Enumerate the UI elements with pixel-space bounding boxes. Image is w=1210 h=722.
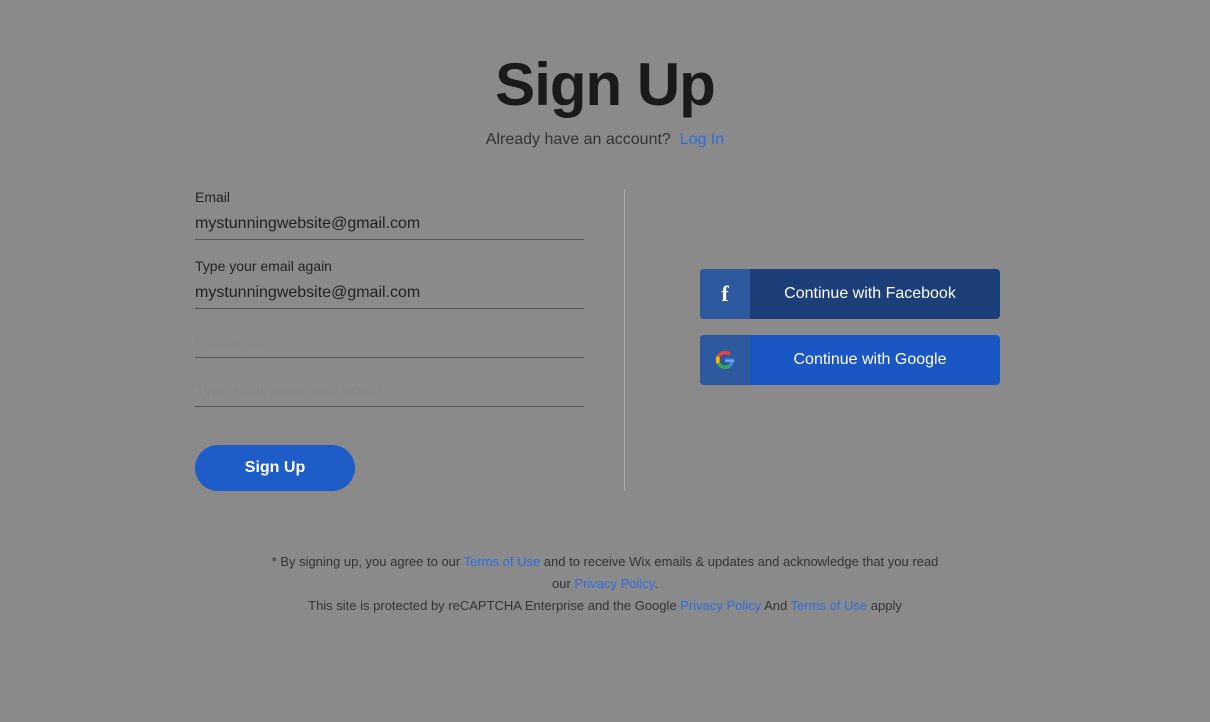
facebook-button[interactable]: f Continue with Facebook [700,269,1000,319]
terms-link-1[interactable]: Terms of Use [464,554,541,569]
email-input[interactable] [195,209,584,240]
email-label: Email [195,189,584,205]
email-confirm-label: Type your email again [195,258,584,274]
footer-line1: * By signing up, you agree to our Terms … [265,551,945,595]
google-button-label: Continue with Google [750,351,1000,369]
social-section: f Continue with Facebook Continue with G… [625,189,1015,385]
footer-line2: This site is protected by reCAPTCHA Ente… [265,595,945,617]
login-link[interactable]: Log In [680,131,724,148]
terms-link-2[interactable]: Terms of Use [791,598,868,613]
footer: * By signing up, you agree to our Terms … [265,551,945,617]
google-icon [700,335,750,385]
page-title: Sign Up [495,50,715,119]
facebook-icon: f [700,269,750,319]
subtitle-text: Already have an account? [486,131,671,148]
footer-line2-pre: This site is protected by reCAPTCHA Ente… [308,598,680,613]
privacy-link-2[interactable]: Privacy Policy [680,598,761,613]
footer-line2-mid: And [761,598,790,613]
footer-pre-text: * By signing up, you agree to our [272,554,464,569]
facebook-button-label: Continue with Facebook [750,285,1000,303]
main-content: Email Type your email again Sign Up f [195,189,1015,491]
page-container: Sign Up Already have an account? Log In … [0,0,1210,617]
google-button[interactable]: Continue with Google [700,335,1000,385]
privacy-link-1[interactable]: Privacy Policy [574,576,654,591]
signup-button[interactable]: Sign Up [195,445,355,491]
footer-line2-post: apply [867,598,902,613]
password-input[interactable] [195,327,584,358]
email-field-group: Email [195,189,584,240]
form-section: Email Type your email again Sign Up [195,189,625,491]
password-confirm-field-group [195,376,584,407]
subtitle: Already have an account? Log In [486,131,724,149]
password-field-group [195,327,584,358]
password-confirm-input[interactable] [195,376,584,407]
email-confirm-field-group: Type your email again [195,258,584,309]
footer-post-text: . [654,576,658,591]
email-confirm-input[interactable] [195,278,584,309]
